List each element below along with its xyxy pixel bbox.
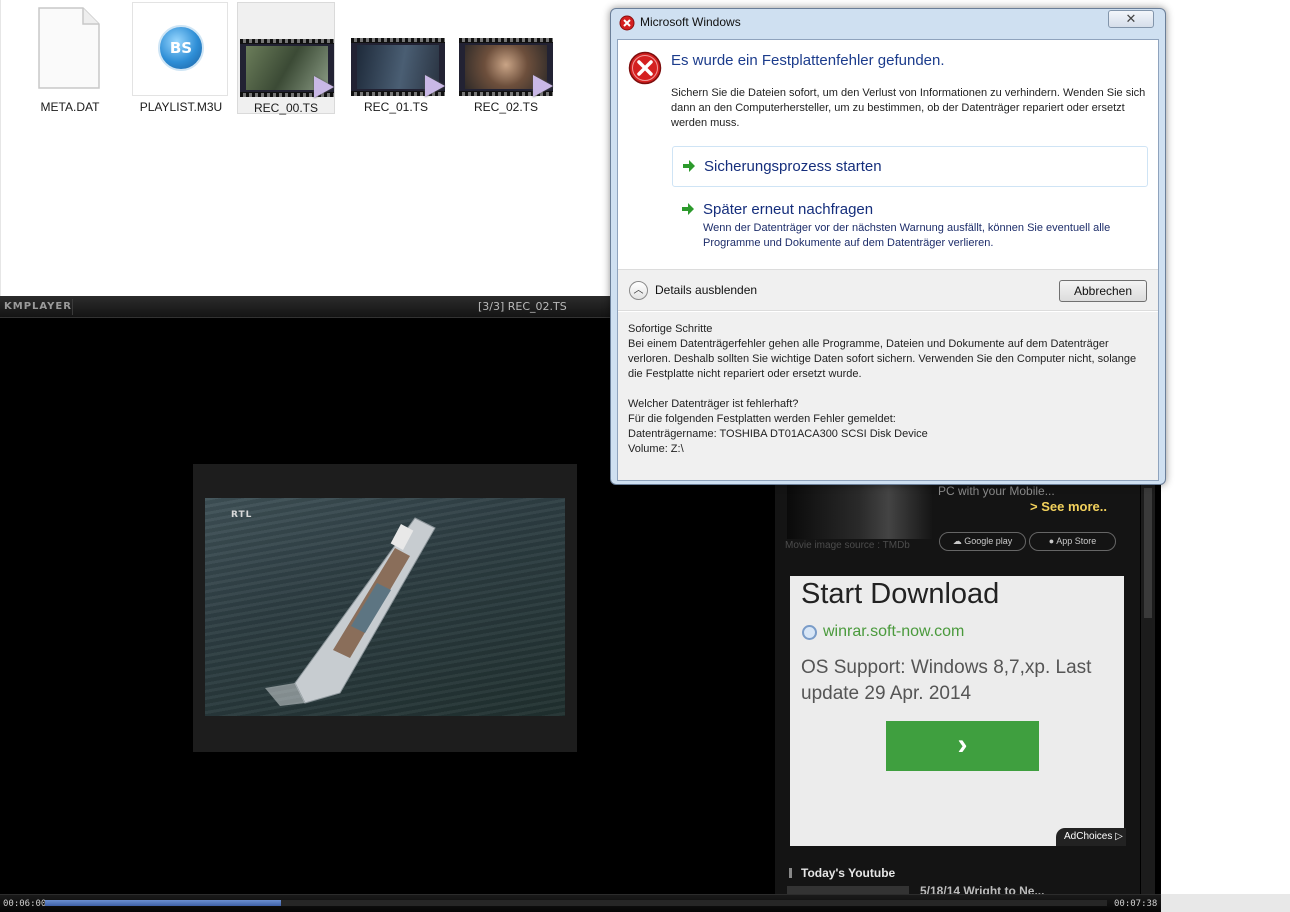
background-area bbox=[1161, 894, 1290, 912]
ask-later-command[interactable]: Später erneut nachfragen Wenn der Datent… bbox=[672, 190, 1148, 260]
play-badge-icon bbox=[314, 76, 334, 98]
android-icon: ☁ bbox=[952, 536, 965, 546]
chevron-up-icon: ︿ bbox=[633, 285, 644, 296]
error-icon bbox=[619, 15, 635, 31]
globe-icon bbox=[802, 625, 817, 640]
section-title-youtube: Today's Youtube bbox=[801, 866, 896, 880]
ship-image bbox=[265, 517, 436, 706]
file-rec-02-ts[interactable]: REC_02.TS bbox=[457, 2, 555, 114]
play-badge-icon bbox=[533, 75, 553, 97]
ad-panel-scrollbar[interactable] bbox=[1141, 484, 1155, 894]
dialog-content: Es wurde ein Festplattenfehler gefunden.… bbox=[617, 39, 1159, 481]
app-store-button[interactable]: ● App Store bbox=[1029, 532, 1116, 551]
file-label: PLAYLIST.M3U bbox=[139, 100, 223, 114]
bs-player-icon: BS bbox=[158, 25, 204, 71]
dialog-heading: Es wurde ein Festplattenfehler gefunden. bbox=[671, 52, 945, 69]
arrow-right-icon bbox=[683, 160, 695, 172]
details-line bbox=[628, 382, 1153, 397]
start-backup-command[interactable]: Sicherungsprozess starten bbox=[672, 146, 1148, 187]
google-play-label: Google play bbox=[964, 536, 1013, 546]
app-store-label: App Store bbox=[1056, 536, 1097, 546]
document-icon bbox=[38, 7, 100, 89]
seek-track[interactable] bbox=[45, 900, 1107, 906]
arrow-right-icon bbox=[682, 203, 694, 215]
file-rec-01-ts[interactable]: REC_01.TS bbox=[347, 2, 445, 114]
video-file-icon bbox=[240, 39, 334, 98]
seek-progress bbox=[45, 900, 281, 906]
file-thumbnail: BS bbox=[132, 2, 228, 96]
command-description: Wenn der Datenträger vor der nächsten Wa… bbox=[703, 222, 1111, 249]
ad-url[interactable]: winrar.soft-now.com bbox=[823, 623, 964, 641]
file-label: META.DAT bbox=[40, 100, 100, 114]
time-total: 00:07:38 bbox=[1114, 899, 1158, 909]
details-line: Volume: Z:\ bbox=[628, 443, 684, 455]
details-line: Sofortige Schritte bbox=[628, 323, 713, 335]
close-icon: ✕ bbox=[1125, 11, 1137, 26]
disk-error-dialog: Microsoft Windows ✕ Es wurde ein Festpla… bbox=[610, 8, 1166, 485]
video-frame-image: RTL bbox=[205, 498, 565, 716]
ad-panel: PC with your Mobile... > See more.. Movi… bbox=[775, 484, 1140, 898]
dialog-message: Sichern Sie die Dateien sofort, um den V… bbox=[671, 87, 1146, 129]
file-label: REC_01.TS bbox=[363, 100, 429, 114]
ad-banner[interactable]: Start Download winrar.soft-now.com OS Su… bbox=[790, 576, 1126, 846]
dialog-title: Microsoft Windows bbox=[640, 15, 741, 29]
cancel-button[interactable]: Abbrechen bbox=[1059, 280, 1147, 302]
title-separator bbox=[72, 299, 73, 315]
promo-text: PC with your Mobile... bbox=[938, 484, 1055, 498]
details-toggle-label[interactable]: Details ausblenden bbox=[655, 283, 757, 297]
details-line: Für die folgenden Festplatten werden Feh… bbox=[628, 413, 896, 425]
kmplayer-logo[interactable]: KMPLAYER bbox=[4, 301, 72, 312]
promo-image[interactable] bbox=[787, 484, 932, 539]
details-panel: Sofortige Schritte Bei einem Datenträger… bbox=[618, 312, 1158, 480]
file-playlist-m3u[interactable]: BS PLAYLIST.M3U bbox=[132, 2, 230, 114]
time-elapsed: 00:06:00 bbox=[3, 899, 47, 909]
video-file-icon bbox=[351, 38, 445, 97]
file-meta-dat[interactable]: META.DAT bbox=[21, 2, 119, 114]
ad-headline[interactable]: Start Download bbox=[801, 578, 999, 611]
file-rec-00-ts[interactable]: REC_00.TS bbox=[237, 2, 335, 115]
ad-go-button[interactable]: › bbox=[886, 721, 1039, 771]
seekbar: 00:06:00 00:07:38 bbox=[0, 894, 1161, 912]
video-display[interactable]: RTL bbox=[193, 464, 577, 752]
details-toggle-button[interactable]: ︿ bbox=[629, 281, 648, 300]
movie-source-caption: Movie image source : TMDb bbox=[785, 540, 910, 551]
see-more-link[interactable]: > See more.. bbox=[1030, 499, 1107, 514]
file-label: REC_02.TS bbox=[473, 100, 539, 114]
channel-watermark: RTL bbox=[231, 510, 253, 520]
dialog-footer: ︿ Details ausblenden Abbrechen bbox=[618, 269, 1158, 311]
desktop: META.DAT BS PLAYLIST.M3U REC_00.TS REC_0… bbox=[0, 0, 1290, 912]
details-line: Welcher Datenträger ist fehlerhaft? bbox=[628, 398, 799, 410]
dialog-title-bar[interactable]: Microsoft Windows ✕ bbox=[611, 9, 1165, 37]
video-file-icon bbox=[459, 38, 553, 97]
background-area bbox=[1161, 296, 1290, 894]
details-text: Sofortige Schritte Bei einem Datenträger… bbox=[628, 322, 1153, 457]
details-line: Bei einem Datenträgerfehler gehen alle P… bbox=[628, 338, 1137, 380]
now-playing-title: [3/3] REC_02.TS bbox=[478, 300, 567, 313]
section-marker bbox=[789, 868, 792, 878]
file-label: REC_00.TS bbox=[253, 101, 319, 115]
close-button[interactable]: ✕ bbox=[1108, 10, 1154, 28]
error-icon bbox=[628, 51, 662, 85]
scrollbar-thumb[interactable] bbox=[1144, 488, 1152, 618]
command-title: Sicherungsprozess starten bbox=[704, 158, 882, 175]
details-line: Datenträgername: TOSHIBA DT01ACA300 SCSI… bbox=[628, 428, 928, 440]
ad-description: OS Support: Windows 8,7,xp. Last update … bbox=[801, 657, 1092, 704]
play-badge-icon bbox=[425, 75, 445, 97]
command-title: Später erneut nachfragen bbox=[703, 201, 874, 218]
google-play-button[interactable]: ☁ Google play bbox=[939, 532, 1026, 551]
adchoices-badge[interactable]: AdChoices ▷ bbox=[1056, 828, 1126, 846]
